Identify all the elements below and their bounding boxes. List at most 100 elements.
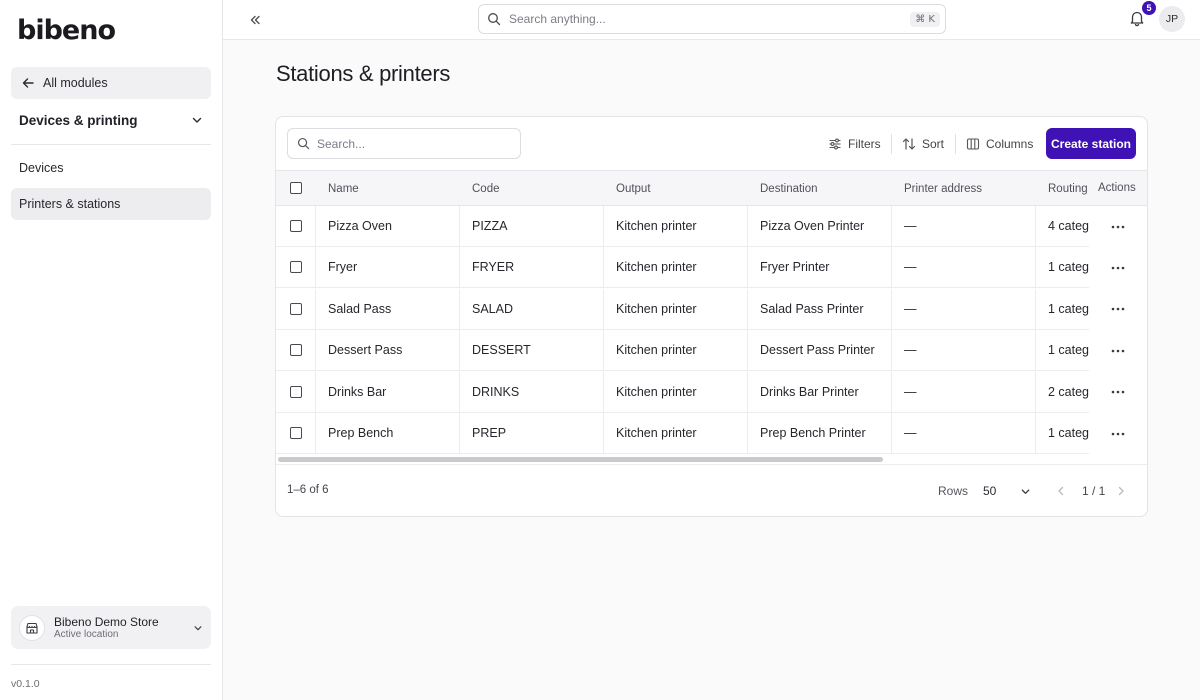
top-bar: ⌘ K 5 JP	[223, 0, 1200, 40]
scrollbar-thumb[interactable]	[278, 457, 883, 462]
more-horizontal-icon	[1111, 390, 1125, 394]
columns-button[interactable]: Columns	[966, 135, 1033, 153]
cell-name: Drinks Bar	[328, 384, 387, 399]
global-search-input[interactable]	[509, 12, 911, 26]
row-actions-button[interactable]	[1089, 288, 1147, 330]
cell-routing: 1 category	[1048, 343, 1089, 358]
cell-output: Kitchen printer	[616, 343, 697, 358]
cell-code: PIZZA	[472, 219, 508, 233]
column-header-printer-address[interactable]: Printer address	[904, 171, 1034, 207]
table-search-input[interactable]	[317, 136, 520, 151]
cell-printer-address: —	[904, 426, 917, 440]
table-row[interactable]: Dessert Pass DESSERT Kitchen printer Desser…	[276, 330, 1147, 372]
column-divider	[315, 247, 316, 289]
row-actions-button[interactable]	[1089, 371, 1147, 413]
next-page-button[interactable]	[1114, 483, 1128, 499]
row-checkbox[interactable]	[290, 220, 302, 232]
cell-destination: Dessert Pass Printer	[760, 343, 875, 358]
page-indicator: 1 / 1	[1082, 484, 1106, 498]
rows-per-page-select[interactable]: 50	[979, 479, 1035, 503]
store-icon	[19, 614, 45, 641]
column-header-destination[interactable]: Destination	[760, 171, 890, 207]
column-header-output[interactable]: Output	[616, 171, 746, 207]
sort-button[interactable]: Sort	[902, 135, 944, 153]
column-divider	[459, 330, 460, 372]
sidebar-item-label: Devices	[19, 161, 64, 175]
cell-output: Kitchen printer	[616, 260, 697, 275]
row-actions-button[interactable]	[1089, 247, 1147, 289]
cell-destination: Salad Pass Printer	[760, 301, 864, 316]
chevron-right-icon	[1118, 486, 1124, 496]
search-icon	[297, 137, 310, 150]
create-station-button[interactable]: Create station	[1046, 128, 1136, 159]
column-divider	[603, 288, 604, 330]
more-horizontal-icon	[1111, 349, 1125, 352]
row-actions-button[interactable]	[1089, 330, 1147, 372]
row-actions-button[interactable]	[1089, 413, 1147, 454]
sort-label: Sort	[922, 137, 945, 151]
column-divider	[1035, 330, 1036, 372]
sidebar: bibeno All modules Devices & printing De…	[0, 0, 223, 700]
more-horizontal-icon	[1111, 432, 1125, 435]
more-horizontal-icon	[1111, 225, 1125, 228]
table-header-row: Name Code Output Destination Printer add…	[276, 170, 1147, 206]
sidebar-item-devices[interactable]: Devices	[11, 152, 211, 184]
table-search[interactable]	[287, 128, 521, 159]
table-row[interactable]: Prep Bench PREP Kitchen printer Prep Bench …	[276, 413, 1147, 454]
global-search[interactable]: ⌘ K	[478, 4, 946, 34]
sidebar-divider	[11, 664, 211, 665]
column-divider	[603, 247, 604, 289]
filters-label: Filters	[848, 137, 881, 151]
cell-name: Prep Bench	[328, 426, 394, 440]
more-horizontal-icon	[1111, 266, 1125, 270]
column-divider	[747, 247, 748, 289]
row-checkbox[interactable]	[290, 302, 302, 315]
cell-printer-address: —	[904, 301, 917, 316]
all-modules-button[interactable]: All modules	[11, 67, 211, 99]
cell-routing: 2 categories	[1048, 384, 1089, 399]
module-select-label: Devices & printing	[19, 112, 138, 128]
cell-code: FRYER	[472, 260, 515, 275]
select-all-checkbox[interactable]	[290, 182, 302, 194]
row-checkbox[interactable]	[290, 261, 302, 274]
cell-printer-address: —	[904, 260, 917, 275]
row-checkbox[interactable]	[290, 344, 302, 357]
store-status: Active location	[54, 628, 119, 640]
column-header-code[interactable]: Code	[472, 171, 602, 207]
filters-button[interactable]: Filters	[828, 135, 881, 153]
table-row[interactable]: Fryer FRYER Kitchen printer Fryer Printer — 1…	[276, 247, 1147, 289]
sidebar-divider	[11, 144, 211, 145]
column-divider	[1035, 247, 1036, 289]
user-avatar[interactable]: JP	[1159, 6, 1185, 32]
table-row[interactable]: Drinks Bar DRINKS Kitchen printer Drinks Ba…	[276, 371, 1147, 413]
sidebar-item-printers-stations[interactable]: Printers & stations	[11, 188, 211, 220]
filters-icon	[829, 138, 841, 150]
previous-page-button[interactable]	[1054, 483, 1068, 499]
location-switcher[interactable]: Bibeno Demo Store Active location	[11, 606, 211, 649]
row-checkbox[interactable]	[290, 427, 302, 439]
collapse-left-icon	[250, 15, 260, 25]
cell-output: Kitchen printer	[616, 301, 697, 316]
cell-code: SALAD	[472, 301, 513, 316]
row-checkbox[interactable]	[290, 385, 302, 398]
column-header-name[interactable]: Name	[328, 171, 458, 207]
cell-destination: Prep Bench Printer	[760, 426, 866, 440]
column-header-routing[interactable]: Routing	[1048, 171, 1089, 207]
chevron-down-icon	[194, 625, 202, 630]
table-row[interactable]: Pizza Oven PIZZA Kitchen printer Pizza Oven…	[276, 206, 1147, 247]
cell-code: DESSERT	[472, 343, 531, 358]
arrow-left-icon	[22, 78, 34, 88]
table-row[interactable]: Salad Pass SALAD Kitchen printer Salad Pass…	[276, 288, 1147, 330]
module-select[interactable]: Devices & printing	[11, 104, 211, 136]
row-actions-button[interactable]	[1089, 206, 1147, 247]
brand-logo[interactable]: bibeno	[17, 16, 116, 46]
column-divider	[603, 371, 604, 413]
rows-per-page-value: 50	[983, 484, 997, 498]
column-divider	[315, 330, 316, 372]
chevron-down-icon	[1021, 488, 1030, 494]
cell-routing: 1 category	[1048, 301, 1089, 316]
column-divider	[459, 413, 460, 454]
collapse-sidebar-button[interactable]	[245, 10, 265, 30]
column-divider	[603, 206, 604, 247]
sidebar-item-label: Printers & stations	[19, 197, 121, 211]
